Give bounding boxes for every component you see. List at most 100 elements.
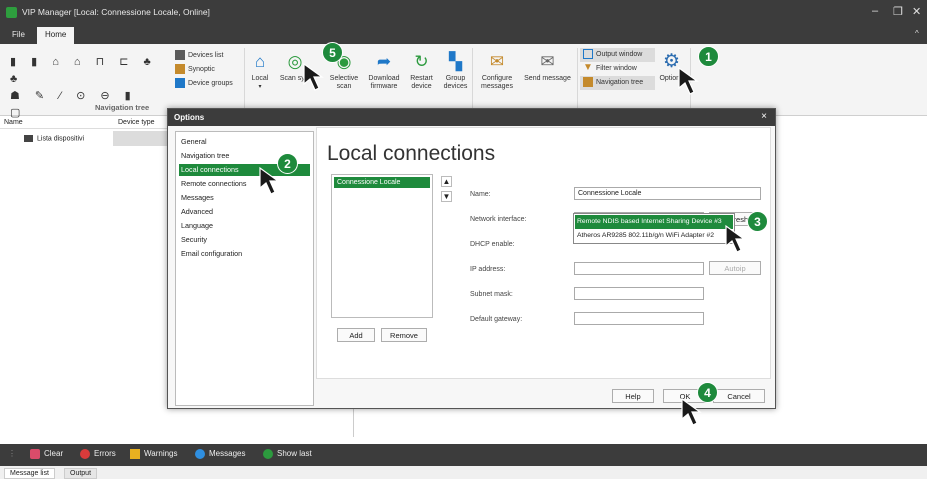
download-firmware-button[interactable]: ➦ Download firmware bbox=[363, 52, 405, 91]
dhcp-label: DHCP enable: bbox=[470, 241, 515, 248]
folder-icon bbox=[24, 135, 33, 142]
filter-icon: ▼ bbox=[583, 62, 593, 74]
filter-window-toggle[interactable]: ▼ Filter window bbox=[580, 62, 655, 76]
dropdown-option-ndis[interactable]: Remote NDIS based Internet Sharing Devic… bbox=[575, 215, 733, 229]
window-group: Output window ▼ Filter window Navigation … bbox=[580, 48, 655, 90]
callout-1: 1 bbox=[698, 46, 719, 67]
show-last-icon bbox=[263, 449, 273, 459]
move-up-button[interactable]: ▲ bbox=[441, 176, 452, 187]
navigation-icons: ▮ ▮ ⌂ ⌂ ⊓ ⊏ ♣ ♣ ☗ ✎ ⁄ ⊙ ⊖ ▮ ▢ bbox=[10, 54, 160, 119]
configure-messages-button[interactable]: ✉ Configure messages bbox=[476, 52, 518, 91]
ip-address-field[interactable] bbox=[574, 262, 704, 275]
category-email-configuration[interactable]: Email configuration bbox=[179, 248, 310, 260]
cursor-pointer-icon bbox=[725, 224, 746, 253]
synoptic-button[interactable]: Synoptic bbox=[175, 63, 250, 77]
minimize-button[interactable]: – bbox=[872, 5, 878, 17]
output-window-label: Output window bbox=[596, 51, 643, 58]
menu-home[interactable]: Home bbox=[37, 27, 75, 44]
local-label: Local bbox=[251, 75, 269, 82]
subnet-mask-label: Subnet mask: bbox=[470, 291, 513, 298]
envelope-icon: ✉ bbox=[540, 52, 555, 71]
window-icon bbox=[583, 49, 593, 60]
view-group: Devices list Synoptic Device groups bbox=[175, 49, 250, 91]
callout-5: 5 bbox=[322, 42, 343, 63]
selective-scan-label: Selective scan bbox=[329, 75, 359, 90]
navigation-tree-toggle[interactable]: Navigation tree bbox=[580, 76, 655, 90]
name-field[interactable]: Connessione Locale bbox=[574, 187, 761, 200]
ribbon-collapse-button[interactable]: ^ bbox=[915, 29, 919, 38]
category-security[interactable]: Security bbox=[179, 234, 310, 246]
column-device-type[interactable]: Device type bbox=[118, 119, 155, 126]
send-message-button[interactable]: ✉ Send message bbox=[520, 52, 575, 83]
restart-device-button[interactable]: ↻ Restart device bbox=[405, 52, 438, 91]
help-button[interactable]: Help bbox=[612, 389, 654, 403]
add-button[interactable]: Add bbox=[337, 328, 375, 342]
cursor-pointer-icon bbox=[303, 62, 324, 91]
tab-output[interactable]: Output bbox=[64, 468, 98, 479]
group-icon: ▚ bbox=[448, 52, 463, 71]
eraser-icon bbox=[30, 449, 40, 459]
errors-label: Errors bbox=[94, 449, 116, 459]
default-gateway-field[interactable] bbox=[574, 312, 704, 325]
arrow-right-icon: ➦ bbox=[376, 52, 392, 71]
dialog-title: Options bbox=[168, 109, 775, 126]
ribbon: ▮ ▮ ⌂ ⌂ ⊓ ⊏ ♣ ♣ ☗ ✎ ⁄ ⊙ ⊖ ▮ ▢ Navigation… bbox=[0, 44, 927, 119]
warning-icon bbox=[130, 449, 140, 459]
list-icon bbox=[175, 50, 185, 61]
local-button[interactable]: ⌂ Local ▾ bbox=[245, 52, 275, 91]
settings-panel: Local connections Connessione Locale ▲ ▼… bbox=[316, 127, 771, 379]
connection-list: Connessione Locale bbox=[331, 174, 433, 318]
messages-button[interactable]: Messages bbox=[195, 449, 245, 459]
restart-device-label: Restart device bbox=[410, 75, 433, 90]
show-last-button[interactable]: Show last bbox=[263, 449, 312, 459]
dialog-close-button[interactable]: × bbox=[761, 111, 767, 122]
subnet-mask-field[interactable] bbox=[574, 287, 704, 300]
group-devices-label: Group devices bbox=[443, 75, 468, 90]
navigation-tree-group-label: Navigation tree bbox=[95, 103, 150, 112]
name-label: Name: bbox=[470, 191, 491, 198]
category-remote-connections[interactable]: Remote connections bbox=[179, 178, 310, 190]
dropdown-option-atheros[interactable]: Atheros AR9285 802.11b/g/n WiFi Adapter … bbox=[575, 229, 733, 243]
clear-label: Clear bbox=[44, 449, 64, 459]
category-advanced[interactable]: Advanced bbox=[179, 206, 310, 218]
tab-message-list[interactable]: Message list bbox=[4, 468, 55, 479]
errors-button[interactable]: Errors bbox=[80, 449, 116, 459]
error-icon bbox=[80, 449, 90, 459]
panel-title: Local connections bbox=[327, 142, 496, 165]
warnings-label: Warnings bbox=[144, 449, 178, 459]
options-dialog: Options × General Navigation tree Local … bbox=[167, 108, 776, 409]
nav-icons-row1[interactable]: ▮ ▮ ⌂ ⌂ ⊓ ⊏ ♣ ♣ bbox=[10, 56, 157, 85]
warnings-button[interactable]: Warnings bbox=[130, 449, 178, 459]
close-window-button[interactable]: ✕ bbox=[912, 5, 921, 18]
window-title: VIP Manager [Local: Connessione Locale, … bbox=[22, 7, 210, 17]
group-devices-button[interactable]: ▚ Group devices bbox=[438, 52, 473, 91]
menu-file[interactable]: File bbox=[4, 27, 33, 44]
ribbon-separator bbox=[577, 48, 578, 108]
home-icon: ⌂ bbox=[254, 52, 266, 71]
cursor-pointer-icon bbox=[259, 166, 280, 195]
network-interface-dropdown: Remote NDIS based Internet Sharing Devic… bbox=[573, 213, 735, 244]
device-groups-button[interactable]: Device groups bbox=[175, 77, 250, 91]
category-messages[interactable]: Messages bbox=[179, 192, 310, 204]
connection-item[interactable]: Connessione Locale bbox=[334, 177, 430, 188]
cancel-button[interactable]: Cancel bbox=[713, 389, 765, 403]
category-language[interactable]: Language bbox=[179, 220, 310, 232]
info-icon bbox=[195, 449, 205, 459]
tree-root-item[interactable]: Lista dispositivi bbox=[24, 135, 84, 142]
remove-button[interactable]: Remove bbox=[381, 328, 427, 342]
move-down-button[interactable]: ▼ bbox=[441, 191, 452, 202]
category-general[interactable]: General bbox=[179, 136, 310, 148]
tree-icon bbox=[583, 77, 593, 88]
autoip-button[interactable]: Autoip bbox=[709, 261, 761, 275]
output-window-toggle[interactable]: Output window bbox=[580, 48, 655, 62]
clear-button[interactable]: Clear bbox=[30, 449, 63, 459]
devices-list-button[interactable]: Devices list bbox=[175, 49, 250, 63]
network-interface-label: Network interface: bbox=[470, 216, 527, 223]
device-type-cell bbox=[113, 131, 168, 146]
cursor-pointer-icon bbox=[681, 397, 702, 426]
column-name[interactable]: Name bbox=[4, 119, 23, 126]
menu-bar: File Home ^ bbox=[0, 26, 927, 44]
bottom-tabs: Message list Output bbox=[0, 466, 927, 479]
device-groups-label: Device groups bbox=[188, 80, 233, 87]
maximize-button[interactable]: ❐ bbox=[893, 5, 903, 18]
